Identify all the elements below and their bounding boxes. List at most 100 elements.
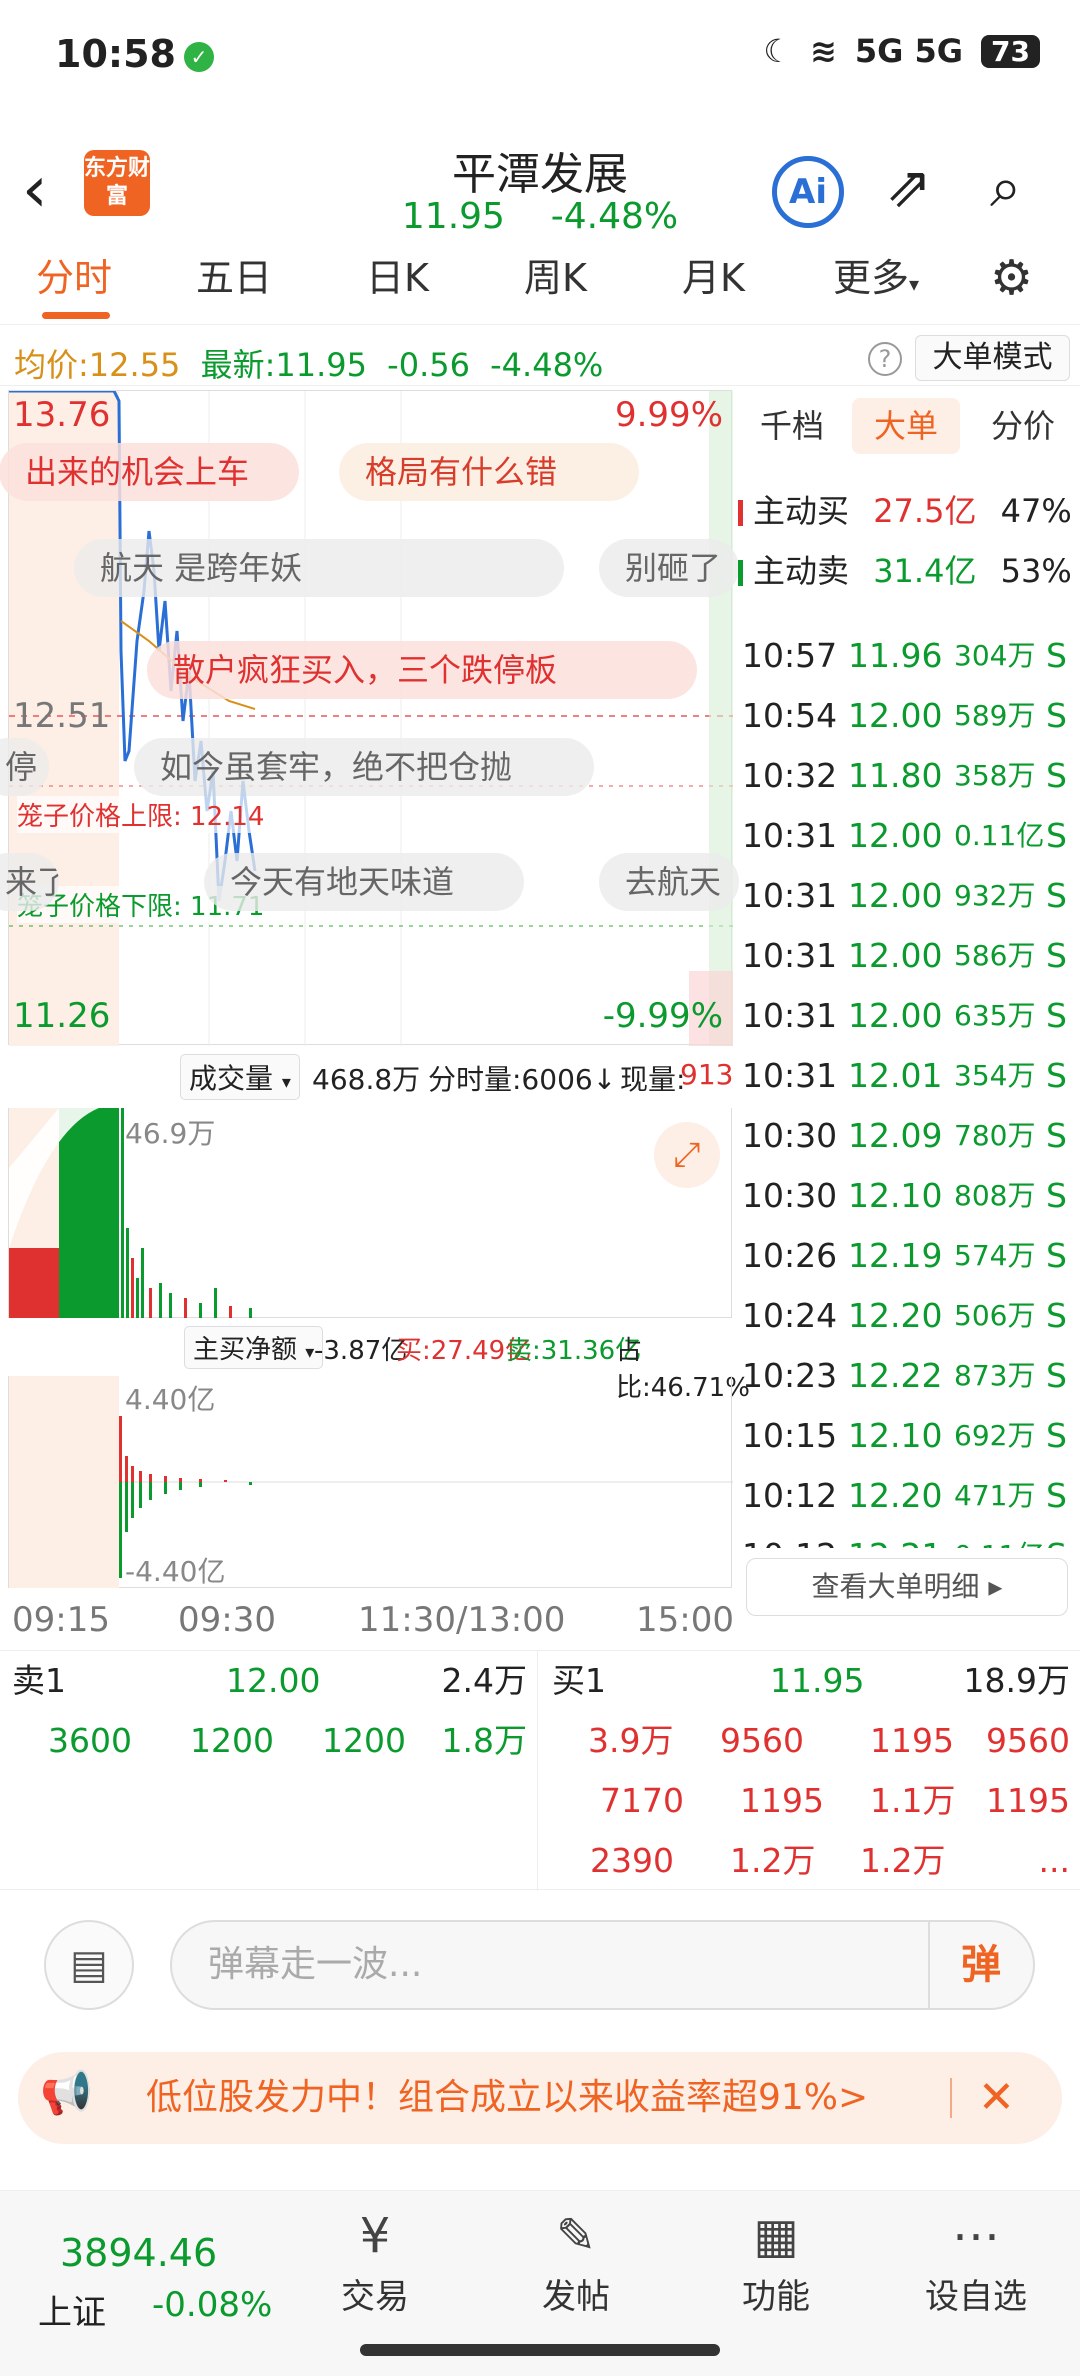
trade-row[interactable]: 10:30 12.10 808万 S [742, 1166, 1080, 1226]
danmaku-settings-icon[interactable]: ▤ [44, 1920, 134, 2010]
trade-time: 10:30 [742, 1116, 838, 1155]
big-order-mode-button[interactable]: 大单模式 [915, 335, 1070, 381]
tab-more[interactable]: 更多▾ [833, 250, 919, 325]
danmaku-input[interactable]: 弹幕走一波... [170, 1920, 1035, 2010]
vol-bar-auction-green [59, 1108, 119, 1318]
danmu-bubble: 出来的机会上车 [0, 443, 299, 501]
stock-price: 11.95 [401, 196, 505, 237]
sell-side: 卖1 12.00 2.4万 3600 1200 1200 1.8万 [0, 1651, 538, 1891]
trade-row[interactable]: 10:31 12.00 0.11亿 S [742, 806, 1080, 866]
netflow-value: -3.87亿 [314, 1336, 408, 1366]
trade-vol: 873万 [954, 1359, 1036, 1392]
nav-add-watchlist[interactable]: ⋯ 设自选 [876, 2191, 1076, 2341]
stock-header: ‹ 东方财富 平潭发展 11.95 -4.48% Ai ⇗ ⌕ [0, 120, 1080, 250]
tab-weekly-k[interactable]: 周K [524, 250, 587, 325]
price-info-bar: 均价:12.55 最新:11.95 -0.56 -4.48% ? 大单模式 [0, 330, 1080, 386]
chart-low: 11.26 [13, 996, 111, 1036]
help-icon[interactable]: ? [868, 342, 902, 376]
tab-daily-k[interactable]: 日K [366, 250, 429, 325]
stock-change: -4.48% [550, 196, 679, 237]
trade-row[interactable]: 10:30 12.09 780万 S [742, 1106, 1080, 1166]
danmaku-bar: ▤ 弹幕走一波... 弹 [0, 1900, 1080, 2025]
trade-row[interactable]: 10:54 12.00 589万 S [742, 686, 1080, 746]
tab-big-orders[interactable]: 大单 [852, 398, 960, 454]
trade-side: S [1046, 936, 1067, 975]
nav-post[interactable]: ✎ 发帖 [476, 2191, 676, 2341]
index-name: 上证 [38, 2293, 106, 2333]
trade-price: 11.80 [848, 756, 943, 795]
trade-row[interactable]: 10:12 12.21 0.11亿S [742, 1526, 1080, 1548]
netflow-dropdown[interactable]: 主买净额 ▾ [184, 1326, 324, 1369]
trade-row[interactable]: 10:31 12.01 354万 S [742, 1046, 1080, 1106]
danmu-bubble: 散户疯狂买入，三个跌停板 [147, 641, 697, 699]
share-icon[interactable]: ⇗ [885, 156, 932, 220]
active-sell-line: 主动卖 31.4亿 53% [738, 546, 1072, 596]
trade-vol: 358万 [954, 759, 1036, 792]
netflow-chart[interactable]: 4.40亿 -4.40亿 [8, 1376, 733, 1588]
index-value: 3894.46 [60, 2231, 218, 2275]
buy-queue-row: 7170 1195 1.1万 1195 [600, 1781, 1070, 1820]
trade-price: 12.10 [848, 1176, 943, 1215]
trade-time: 10:30 [742, 1176, 838, 1215]
close-icon[interactable]: ✕ [978, 2052, 1015, 2144]
trade-vol: 506万 [954, 1299, 1036, 1332]
trade-time: 10:23 [742, 1356, 838, 1395]
big-order-panel: 千档 大单 分价 主动买 27.5亿 47% 主动卖 31.4亿 53% 10:… [738, 390, 1080, 1645]
promo-banner[interactable]: 📢 低位股发力中！组合成立以来收益率超91%> ✕ [18, 2052, 1062, 2144]
trade-row[interactable]: 10:31 12.00 635万 S [742, 986, 1080, 1046]
trade-time: 10:54 [742, 696, 838, 735]
nav-functions[interactable]: ▦ 功能 [676, 2191, 876, 2341]
gear-icon[interactable]: ⚙ [990, 250, 1033, 325]
chart-mid: 12.51 [13, 696, 111, 736]
expand-icon[interactable]: ⤢ [654, 1122, 720, 1188]
order-book: 卖1 12.00 2.4万 3600 1200 1200 1.8万 买1 11.… [0, 1650, 1080, 1891]
tab-thousand-levels[interactable]: 千档 [742, 398, 842, 454]
trade-price: 12.00 [848, 876, 943, 915]
trade-price: 12.09 [848, 1116, 943, 1155]
trade-price: 12.10 [848, 1416, 943, 1455]
trade-row[interactable]: 10:26 12.19 574万 S [742, 1226, 1080, 1286]
trade-vol: 471万 [954, 1479, 1036, 1512]
tab-five-day[interactable]: 五日 [196, 250, 272, 325]
trade-side: S [1046, 1356, 1067, 1395]
trade-side: S [1046, 1176, 1067, 1215]
time-axis: 09:15 09:30 11:30/13:00 15:00 [8, 1594, 734, 1644]
tab-price-distribution[interactable]: 分价 [970, 398, 1076, 454]
trade-row[interactable]: 10:31 12.00 586万 S [742, 926, 1080, 986]
time-tick: 11:30/13:00 [358, 1600, 566, 1640]
sell-queue-row: 3600 1200 1200 1.8万 [48, 1721, 527, 1760]
trade-row[interactable]: 10:23 12.22 873万 S [742, 1346, 1080, 1406]
active-tab-indicator [42, 312, 110, 319]
index-ticker[interactable]: 3894.46 上证 -0.08% [0, 2191, 272, 2341]
trade-row[interactable]: 10:12 12.20 471万 S [742, 1466, 1080, 1526]
ai-button[interactable]: Ai [772, 156, 844, 228]
view-big-order-detail-button[interactable]: 查看大单明细 ▸ [746, 1558, 1068, 1616]
panel-tabs: 千档 大单 分价 [738, 398, 1080, 454]
vol-bar-auction-red [9, 1248, 59, 1318]
trade-list[interactable]: 10:57 11.96 304万 S 10:54 12.00 589万 S 10:32 11.80… [738, 626, 1080, 1548]
trade-time: 10:24 [742, 1296, 838, 1335]
volume-dropdown[interactable]: 成交量 ▾ [180, 1054, 300, 1100]
trade-row[interactable]: 10:24 12.20 506万 S [742, 1286, 1080, 1346]
search-icon[interactable]: ⌕ [990, 156, 1021, 220]
chevron-right-icon: ▸ [988, 1570, 1003, 1603]
trade-side: S [1046, 756, 1067, 795]
trade-row[interactable]: 10:57 11.96 304万 S [742, 626, 1080, 686]
trade-side: S [1046, 1296, 1067, 1335]
trade-row[interactable]: 10:32 11.80 358万 S [742, 746, 1080, 806]
tab-monthly-k[interactable]: 月K [682, 250, 745, 325]
volume-chart[interactable]: 46.9万 ⤢ [8, 1108, 732, 1318]
trade-vol: 635万 [954, 999, 1036, 1032]
trade-time: 10:31 [742, 996, 838, 1035]
nav-trade[interactable]: ¥ 交易 [275, 2191, 475, 2341]
index-change: -0.08% [152, 2285, 273, 2325]
trade-time: 10:31 [742, 876, 838, 915]
netflow-max: 4.40亿 [125, 1383, 216, 1416]
intraday-chart[interactable]: 13.76 12.51 11.26 9.99% -9.99% 笼子价格上限: 1… [0, 390, 739, 1046]
promo-text[interactable]: 低位股发力中！组合成立以来收益率超91%> [146, 2052, 868, 2144]
trade-row[interactable]: 10:31 12.00 932万 S [742, 866, 1080, 926]
trade-side: S [1046, 1116, 1067, 1155]
trade-vol: 589万 [954, 699, 1036, 732]
trade-row[interactable]: 10:15 12.10 692万 S [742, 1406, 1080, 1466]
danmaku-send-button[interactable]: 弹 [928, 1922, 1032, 2008]
